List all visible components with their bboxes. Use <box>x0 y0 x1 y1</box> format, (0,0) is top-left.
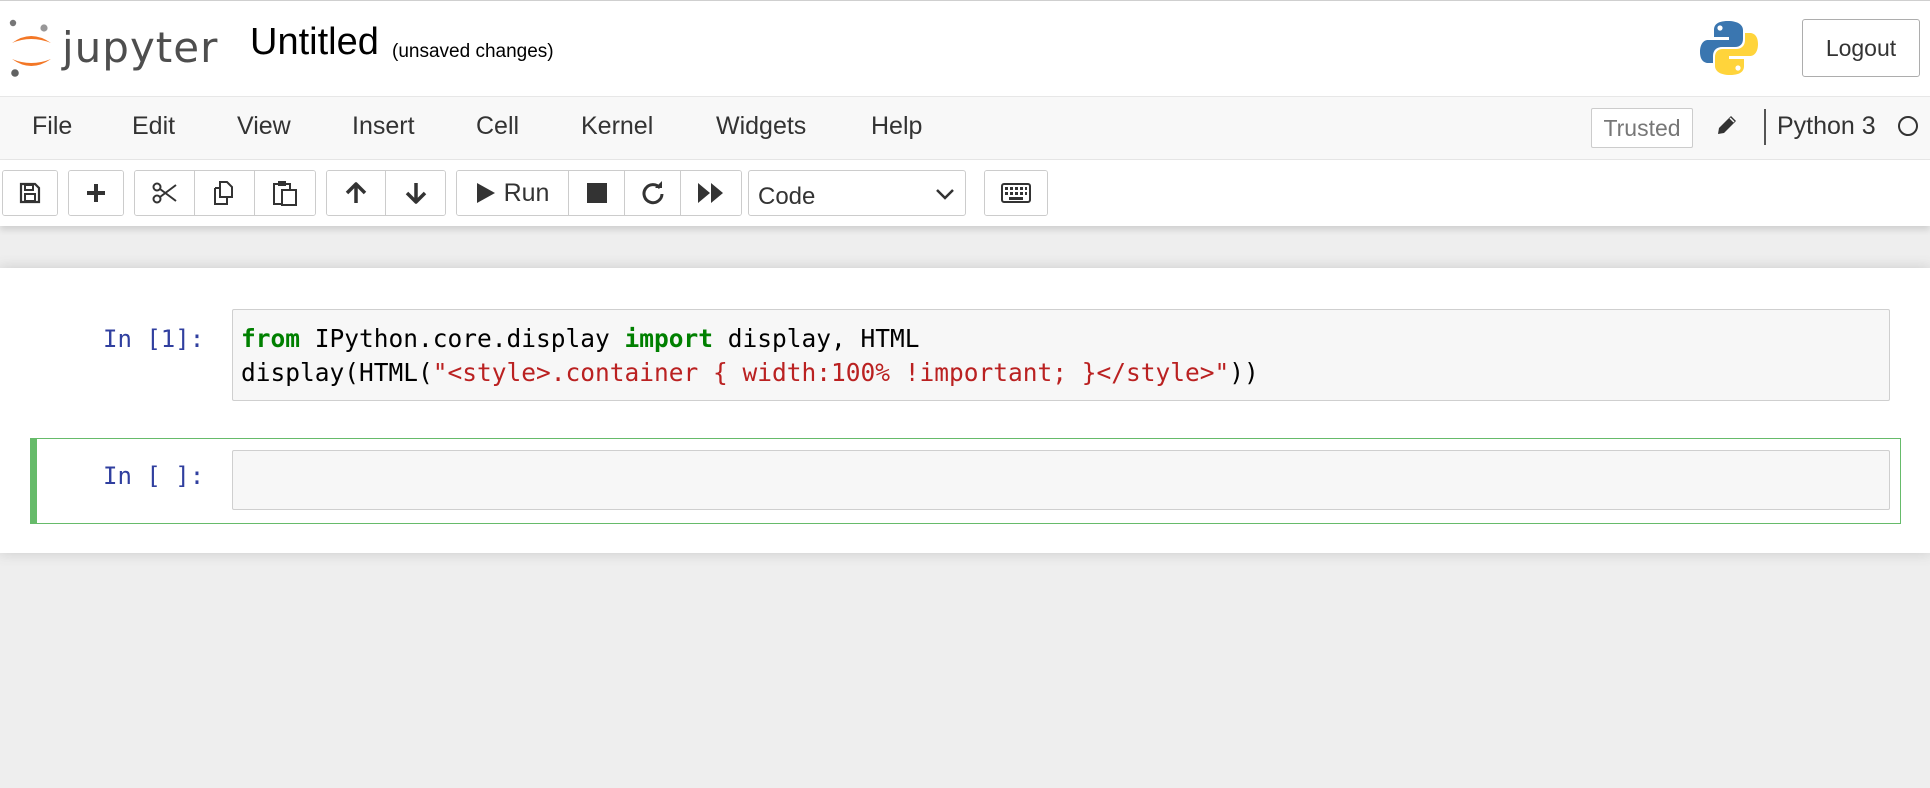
code-keyword: import <box>624 324 714 353</box>
interrupt-button[interactable] <box>569 171 625 215</box>
kernel-separator <box>1764 109 1766 145</box>
keyboard-icon <box>1001 183 1031 203</box>
kernel-idle-indicator-icon <box>1898 116 1918 136</box>
pencil-icon[interactable] <box>1716 114 1738 141</box>
menu-help[interactable]: Help <box>871 114 922 139</box>
restart-icon <box>642 181 663 205</box>
menu-kernel[interactable]: Kernel <box>581 114 653 139</box>
run-button[interactable]: Run <box>457 171 569 215</box>
jupyter-logo-icon <box>9 19 51 77</box>
save-button[interactable] <box>3 171 57 215</box>
code-text: display(HTML( <box>241 358 433 387</box>
menu-file[interactable]: File <box>32 114 72 139</box>
chevron-down-icon <box>936 189 954 200</box>
code-text: IPython.core.display <box>300 324 625 353</box>
save-group <box>2 170 58 216</box>
menu-cell[interactable]: Cell <box>476 114 519 139</box>
code-editor[interactable] <box>232 450 1890 510</box>
logo-text: jupyter <box>62 23 219 72</box>
notebook-title[interactable]: Untitled <box>250 23 379 61</box>
kernel-name[interactable]: Python 3 <box>1777 114 1876 139</box>
insert-group <box>68 170 124 216</box>
command-palette-button[interactable] <box>985 171 1047 215</box>
cut-button[interactable] <box>135 171 195 215</box>
selected-code-cell[interactable]: In [ ]: <box>30 438 1901 524</box>
code-text: )) <box>1229 358 1259 387</box>
code-text: display, HTML <box>713 324 920 353</box>
copy-icon <box>213 181 233 205</box>
toolbar: Run Code <box>0 160 1930 226</box>
arrow-up-icon <box>345 182 367 203</box>
paste-button[interactable] <box>255 171 315 215</box>
move-group <box>326 170 446 216</box>
code-keyword: from <box>241 324 301 353</box>
menubar: File Edit View Insert Cell Kernel Widget… <box>0 96 1930 160</box>
move-up-button[interactable] <box>327 171 386 215</box>
python-logo-icon <box>1700 19 1758 82</box>
paste-icon <box>273 181 297 206</box>
arrow-down-icon <box>405 183 426 204</box>
stop-icon <box>586 183 607 203</box>
cut-icon <box>152 182 177 204</box>
cell-type-value: Code <box>758 183 816 210</box>
save-status: (unsaved changes) <box>392 41 554 62</box>
cell-type-select[interactable]: Code <box>748 170 966 216</box>
menu-insert[interactable]: Insert <box>352 114 415 139</box>
menu-edit[interactable]: Edit <box>132 114 175 139</box>
code-string: "<style>.container { width:100% !importa… <box>432 358 1230 387</box>
input-prompt: In [ ]: <box>103 462 205 490</box>
jupyter-logo[interactable]: jupyter <box>8 19 220 77</box>
insert-cell-button[interactable] <box>69 171 123 215</box>
code-editor[interactable]: from IPython.core.display import display… <box>232 309 1890 401</box>
header: jupyter Untitled (unsaved changes) Logou… <box>0 0 1930 96</box>
menu-view[interactable]: View <box>237 114 291 139</box>
code-line: display(HTML("<style>.container { width:… <box>241 358 1259 387</box>
notebook-container: In [1]: from IPython.core.display import… <box>0 268 1930 553</box>
copy-button[interactable] <box>195 171 255 215</box>
trusted-badge[interactable]: Trusted <box>1591 108 1693 148</box>
menu-widgets[interactable]: Widgets <box>716 114 806 139</box>
restart-button[interactable] <box>625 171 681 215</box>
play-icon <box>476 183 495 203</box>
plus-icon <box>87 184 105 202</box>
save-icon <box>19 182 41 204</box>
run-label: Run <box>503 178 550 207</box>
clipboard-group <box>134 170 316 216</box>
move-down-button[interactable] <box>386 171 445 215</box>
input-prompt: In [1]: <box>103 325 205 353</box>
code-line: from IPython.core.display import display… <box>241 324 920 353</box>
code-cell[interactable]: In [1]: from IPython.core.display import… <box>30 306 1901 406</box>
fast-forward-icon <box>698 183 723 203</box>
run-all-button[interactable] <box>681 171 741 215</box>
logout-button[interactable]: Logout <box>1802 19 1920 77</box>
palette-group <box>984 170 1048 216</box>
run-group: Run <box>456 170 742 216</box>
